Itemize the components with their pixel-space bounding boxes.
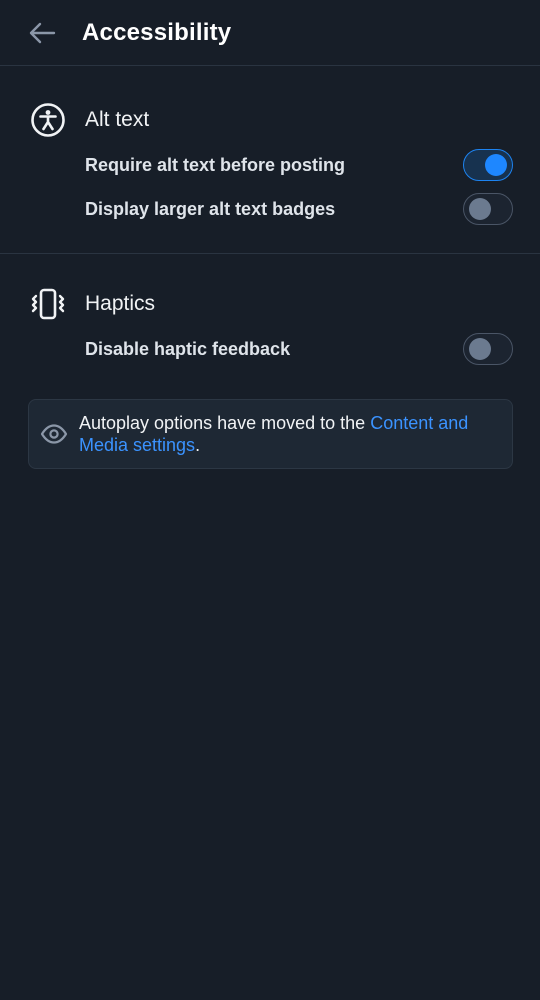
require-alt-text-toggle[interactable]: [463, 149, 513, 181]
haptics-section: Haptics Disable haptic feedback: [0, 254, 540, 393]
haptics-section-title: Haptics: [85, 292, 156, 315]
alt-text-section-header: Alt text: [29, 100, 513, 140]
notice-text-after: .: [195, 435, 201, 455]
phone-vibrate-icon: [29, 285, 67, 323]
toggle-knob: [469, 198, 491, 220]
toggle-knob: [485, 154, 507, 176]
notice-text-before: Autoplay options have moved to the: [79, 413, 371, 433]
page-title: Accessibility: [82, 18, 232, 46]
disable-haptics-toggle[interactable]: [463, 333, 513, 365]
disable-haptics-label: Disable haptic feedback: [85, 338, 291, 359]
disable-haptics-row[interactable]: Disable haptic feedback: [85, 327, 513, 371]
autoplay-notice: Autoplay options have moved to the Conte…: [28, 399, 513, 469]
back-button[interactable]: [22, 13, 62, 53]
larger-alt-badges-row[interactable]: Display larger alt text badges: [85, 187, 513, 231]
larger-alt-badges-label: Display larger alt text badges: [85, 198, 336, 219]
larger-alt-badges-toggle[interactable]: [463, 193, 513, 225]
arrow-left-icon: [29, 22, 56, 43]
toggle-knob: [469, 338, 491, 360]
require-alt-text-label: Require alt text before posting: [85, 154, 346, 175]
alt-text-section-title: Alt text: [85, 108, 150, 131]
haptics-section-header: Haptics: [29, 284, 513, 324]
top-bar: Accessibility: [0, 0, 540, 66]
alt-text-section: Alt text Require alt text before posting…: [0, 66, 540, 254]
eye-icon: [40, 419, 68, 449]
accessibility-icon: [29, 101, 67, 139]
autoplay-notice-text: Autoplay options have moved to the Conte…: [79, 412, 492, 456]
require-alt-text-row[interactable]: Require alt text before posting: [85, 143, 513, 187]
